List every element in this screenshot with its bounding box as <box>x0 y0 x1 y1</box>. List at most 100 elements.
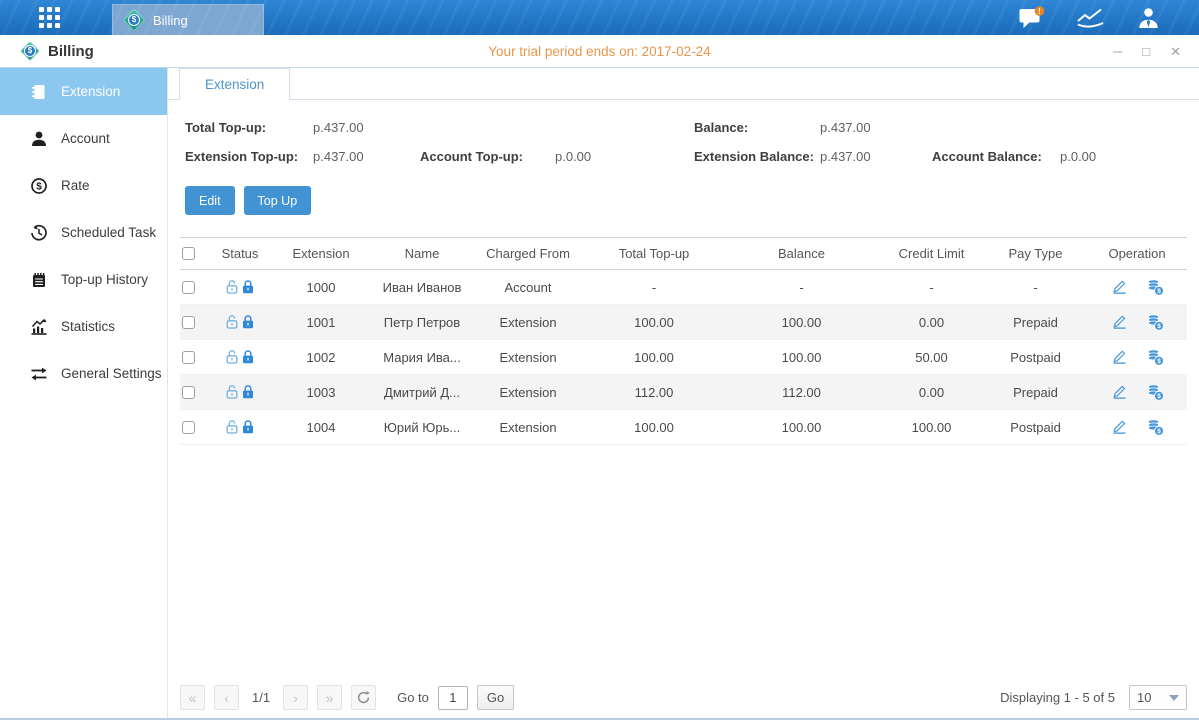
cell-total-topup: - <box>584 280 724 295</box>
topup-coins-icon[interactable]: $ <box>1146 348 1164 366</box>
cell-balance: 100.00 <box>724 350 879 365</box>
cell-charged-from: Account <box>472 280 584 295</box>
cell-balance: 100.00 <box>724 315 879 330</box>
prev-page-icon: ‹ <box>224 690 229 706</box>
sidebar-item-extension[interactable]: Extension <box>0 68 167 115</box>
sidebar-item-rate[interactable]: $ Rate <box>0 162 167 209</box>
balance-label: Balance: <box>694 120 820 135</box>
dollar-circle-icon: $ <box>30 177 48 195</box>
edit-icon[interactable] <box>1111 278 1128 296</box>
unlocked-icon <box>224 279 240 295</box>
svg-text:$: $ <box>1157 288 1161 295</box>
cell-pay-type: Prepaid <box>984 385 1087 400</box>
prev-page-button[interactable]: ‹ <box>214 685 239 710</box>
sidebar-item-account[interactable]: Account <box>0 115 167 162</box>
row-checkbox[interactable] <box>182 421 195 434</box>
first-page-button[interactable]: « <box>180 685 205 710</box>
locked-icon <box>240 349 256 365</box>
topup-coins-icon[interactable]: $ <box>1146 278 1164 296</box>
balance-value: p.437.00 <box>820 120 932 135</box>
resource-monitor-button[interactable] <box>1076 7 1106 29</box>
person-icon <box>30 130 48 148</box>
cell-credit-limit: - <box>879 280 984 295</box>
sidebar-item-scheduled-task[interactable]: Scheduled Task <box>0 209 167 256</box>
row-checkbox[interactable] <box>182 316 195 329</box>
window-titlebar: $ Billing Your trial period ends on: 201… <box>0 35 1199 68</box>
last-page-button[interactable]: » <box>317 685 342 710</box>
row-checkbox[interactable] <box>182 351 195 364</box>
window-body: Extension Account $ Rate <box>0 68 1199 718</box>
sidebar-item-label: Account <box>61 131 110 146</box>
cell-name: Дмитрий Д... <box>372 385 472 400</box>
topup-coins-icon[interactable]: $ <box>1146 313 1164 331</box>
svg-text:$: $ <box>1157 323 1161 330</box>
sidebar-item-label: Statistics <box>61 319 115 334</box>
billing-summary: Total Top-up: p.437.00 Extension Top-up:… <box>168 100 1199 178</box>
billing-app-icon: $ <box>123 9 145 31</box>
clock-restore-icon <box>30 224 48 242</box>
row-checkbox[interactable] <box>182 281 195 294</box>
goto-page-input[interactable] <box>438 686 468 710</box>
total-topup-label: Total Top-up: <box>185 120 313 135</box>
select-all-checkbox[interactable] <box>182 247 195 260</box>
content-tabbar: Extension <box>168 68 1199 100</box>
app-launcher-button[interactable] <box>36 5 62 31</box>
account-topup-label: Account Top-up: <box>420 149 555 164</box>
column-header-operation: Operation <box>1087 246 1187 261</box>
refresh-button[interactable] <box>351 685 376 710</box>
notifications-button[interactable]: ! <box>1019 6 1046 29</box>
svg-text:$: $ <box>1157 428 1161 435</box>
cell-credit-limit: 0.00 <box>879 315 984 330</box>
top-up-button[interactable]: Top Up <box>244 186 312 215</box>
sidebar-item-label: Top-up History <box>61 272 148 287</box>
topbar-billing-tab[interactable]: $ Billing <box>112 4 264 35</box>
cell-pay-type: Postpaid <box>984 420 1087 435</box>
extension-table: Status Extension Name Charged From Total… <box>180 237 1187 445</box>
column-header-charged-from: Charged From <box>472 246 584 261</box>
pagination-bar: « ‹ 1/1 › » Go to Go Display <box>180 685 1187 710</box>
goto-label: Go to <box>397 690 429 705</box>
edit-icon[interactable] <box>1111 418 1128 436</box>
extension-balance-label: Extension Balance: <box>694 149 820 164</box>
edit-button[interactable]: Edit <box>185 186 235 215</box>
next-page-button[interactable]: › <box>283 685 308 710</box>
sidebar-item-general-settings[interactable]: General Settings <box>0 350 167 397</box>
next-page-icon: › <box>293 690 298 706</box>
user-account-button[interactable] <box>1136 6 1161 30</box>
column-header-total-topup: Total Top-up <box>584 246 724 261</box>
account-balance-value: p.0.00 <box>1060 149 1199 164</box>
person-icon <box>1136 6 1161 30</box>
tab-extension[interactable]: Extension <box>179 68 290 100</box>
locked-icon <box>240 279 256 295</box>
sidebar-item-topup-history[interactable]: Top-up History <box>0 256 167 303</box>
cell-total-topup: 100.00 <box>584 420 724 435</box>
system-topbar: $ Billing ! <box>0 0 1199 35</box>
column-header-credit-limit: Credit Limit <box>879 246 984 261</box>
sidebar-item-label: Extension <box>61 84 120 99</box>
locked-icon <box>240 314 256 330</box>
sidebar-item-statistics[interactable]: Statistics <box>0 303 167 350</box>
close-button[interactable]: ✕ <box>1170 45 1181 58</box>
maximize-button[interactable]: □ <box>1142 45 1150 58</box>
row-checkbox[interactable] <box>182 386 195 399</box>
minimize-button[interactable]: ─ <box>1113 45 1122 58</box>
topup-coins-icon[interactable]: $ <box>1146 383 1164 401</box>
sidebar: Extension Account $ Rate <box>0 68 168 718</box>
edit-icon[interactable] <box>1111 348 1128 366</box>
edit-icon[interactable] <box>1111 383 1128 401</box>
go-button[interactable]: Go <box>477 685 514 710</box>
window-controls: ─ □ ✕ <box>1113 45 1181 58</box>
page-size-select[interactable]: 10 <box>1129 685 1187 710</box>
edit-icon[interactable] <box>1111 313 1128 331</box>
locked-icon <box>240 384 256 400</box>
cell-total-topup: 100.00 <box>584 315 724 330</box>
page-size-value: 10 <box>1137 690 1151 705</box>
cell-credit-limit: 50.00 <box>879 350 984 365</box>
column-header-status: Status <box>210 246 270 261</box>
cell-name: Мария Ива... <box>372 350 472 365</box>
extension-topup-value: p.437.00 <box>313 149 420 164</box>
column-header-pay-type: Pay Type <box>984 246 1087 261</box>
cell-charged-from: Extension <box>472 350 584 365</box>
topup-coins-icon[interactable]: $ <box>1146 418 1164 436</box>
first-page-icon: « <box>189 690 197 706</box>
